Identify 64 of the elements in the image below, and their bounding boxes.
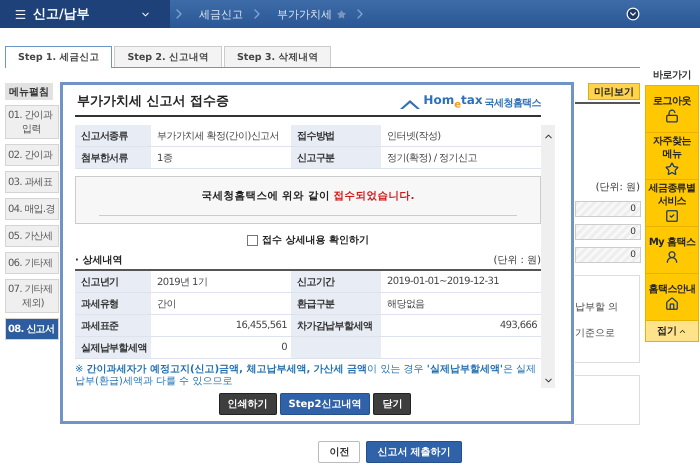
amount-field[interactable]: 0	[575, 201, 641, 217]
menu-item[interactable]: 05. 가산세	[5, 225, 59, 247]
menu-item[interactable]: 03. 과세표	[5, 171, 59, 193]
quick-link[interactable]: 세금종류별 서비스	[646, 180, 698, 227]
amount-field[interactable]: 0	[575, 247, 641, 263]
roof-icon	[399, 98, 422, 110]
scrollbar[interactable]	[541, 125, 555, 388]
label-cell: 차가감납부할세액	[291, 315, 381, 337]
quick-link[interactable]: My 홈택스	[646, 227, 698, 274]
label-cell: 과세유형	[75, 293, 151, 315]
unit-label: (단위 : 원)	[493, 254, 541, 267]
menu-expand-button[interactable]: 메뉴펼침	[5, 83, 53, 100]
step-tab[interactable]: Step 3. 삭제내역	[224, 46, 332, 67]
section-title: · 상세내역	[75, 254, 122, 267]
submit-button[interactable]: 신고서 제출하기	[366, 441, 462, 463]
quick-links-title: 바로가기	[653, 69, 691, 82]
label-cell: 환급구분	[291, 293, 381, 315]
notice-text: ※ 간이과세자가 예정고지(신고)금액, 체고납부세액, 가산세 금액이 있는 경우 '실제납부할세액'은 실제 납부(환급)세액과 다를 수 있으므로	[75, 364, 538, 388]
info-text: 기준으로	[575, 327, 616, 340]
step-tab[interactable]: Step 1. 세금신고	[5, 46, 112, 68]
dialog-button[interactable]: 인쇄하기	[218, 393, 277, 415]
label-cell: 접수방법	[291, 125, 381, 147]
menu-icon	[14, 8, 27, 20]
dialog-button[interactable]: Step2신고내역	[280, 393, 370, 415]
menu-item[interactable]: 04. 매입.경	[5, 198, 59, 220]
star-icon	[665, 162, 679, 176]
menu-item[interactable]: 08. 신고서	[5, 318, 59, 340]
person-icon	[665, 250, 679, 264]
label-cell: 첨부한서류	[75, 147, 151, 169]
confirm-checkbox[interactable]	[247, 234, 258, 246]
house-icon	[665, 296, 679, 310]
label-cell: 실제납부할세액	[75, 337, 151, 359]
label-cell: 신고년기	[75, 271, 151, 293]
checkbox-icon	[665, 209, 679, 223]
step-tab[interactable]: Step 2. 신고내역	[114, 46, 222, 67]
menu-title-button[interactable]: 신고/납부	[0, 0, 170, 28]
label-cell: 신고서종류	[75, 125, 151, 147]
amount-field[interactable]: 0	[575, 224, 641, 240]
previous-button[interactable]: 이전	[318, 441, 360, 463]
collapse-button[interactable]: 접기	[646, 321, 698, 341]
success-message: 국세청홈택스에 위와 같이 접수되었습니다.	[202, 189, 414, 203]
dialog-button[interactable]: 닫기	[373, 393, 412, 415]
menu-item[interactable]: 06. 기타제	[5, 252, 59, 274]
checkbox-label[interactable]: 접수 상세내용 확인하기	[262, 233, 369, 247]
info-panel	[575, 375, 640, 425]
expand-icon[interactable]	[626, 7, 640, 21]
logo-wordmark: Hom$_{e}$tax	[423, 94, 483, 110]
logo-name: 국세청홈택스	[484, 97, 541, 110]
unlock-icon	[665, 108, 679, 122]
label-cell: 신고구분	[291, 147, 381, 169]
info-text: 납부할 의	[575, 301, 620, 314]
quick-link[interactable]: 로그아웃	[646, 86, 698, 133]
label-cell: 신고기간	[291, 271, 381, 293]
dialog-title: 부가가치세 신고서 접수증	[77, 93, 230, 110]
menu-item[interactable]: 01. 간이과 입력	[5, 105, 59, 139]
preview-button[interactable]: 미리보기	[588, 83, 640, 100]
breadcrumb-link[interactable]: 세금신고	[187, 0, 249, 28]
unit-label: (단위: 원)	[596, 181, 640, 194]
quick-link[interactable]: 자주찾는 메뉴	[646, 133, 698, 180]
menu-item[interactable]: 07. 기타제 제외)	[5, 279, 59, 313]
breadcrumb-link[interactable]: 부가가치세	[265, 0, 352, 28]
star-icon[interactable]	[337, 10, 346, 18]
label-cell: 과세표준	[75, 315, 151, 337]
menu-item[interactable]: 02. 간이과	[5, 144, 59, 166]
